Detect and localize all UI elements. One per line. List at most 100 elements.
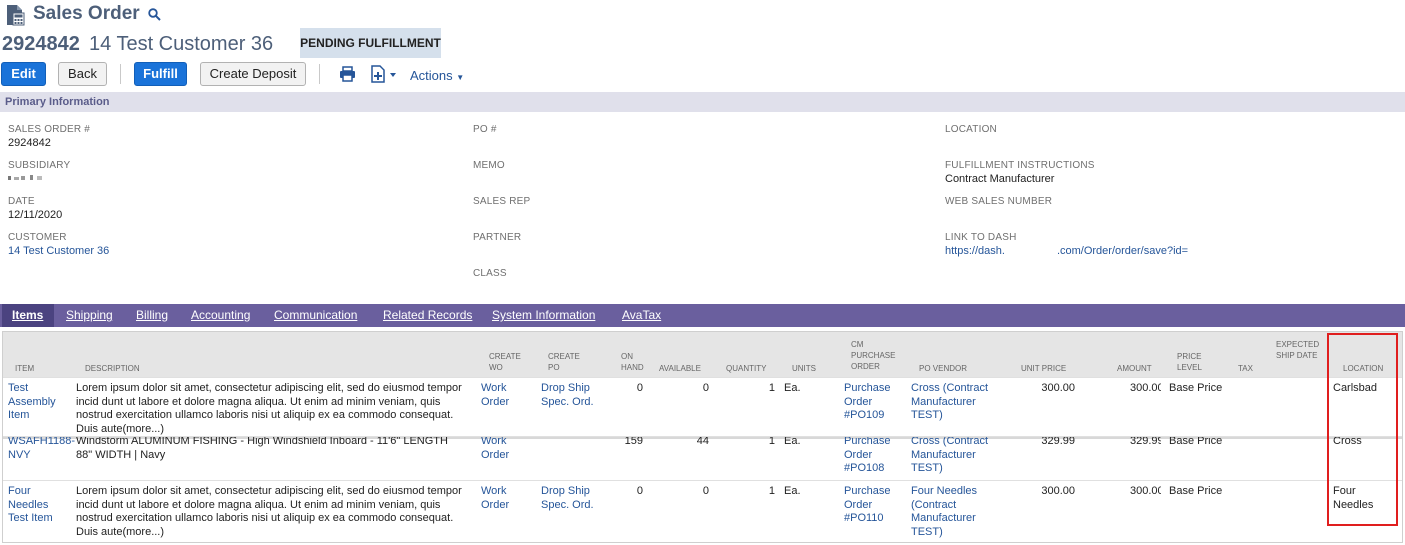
toolbar-divider <box>120 64 121 84</box>
tab-items[interactable]: Items <box>12 308 43 322</box>
fulfill-button[interactable]: Fulfill <box>134 62 187 86</box>
items-table: ITEM DESCRIPTION CREATE WO CREATE PO ON … <box>2 331 1403 543</box>
print-icon[interactable] <box>339 66 356 82</box>
section-title: Primary Information <box>5 96 110 108</box>
column-header-po-vendor[interactable]: PO VENDOR <box>919 363 967 374</box>
subsidiary-value-redacted <box>8 175 44 181</box>
location-column-highlight <box>1327 333 1398 526</box>
tab-billing[interactable]: Billing <box>136 308 168 322</box>
customer-label: CUSTOMER <box>8 232 67 243</box>
item-description: Windstorm ALUMINUM FISHING - High Windsh… <box>76 436 448 461</box>
create-wo-link[interactable]: Work Order <box>481 437 521 462</box>
create-wo-link[interactable]: Work Order <box>481 485 521 512</box>
cm-purchase-order-link[interactable]: Purchase Order #PO109 <box>844 382 902 423</box>
tab-accounting[interactable]: Accounting <box>191 308 250 322</box>
available-value: 44 <box>696 436 709 447</box>
actions-label: Actions <box>410 68 453 83</box>
amount-value: 300.00 <box>1130 382 1161 394</box>
chevron-down-icon: ▼ <box>456 73 465 82</box>
page-title: Sales Order <box>33 3 140 24</box>
column-header-create-wo[interactable]: CREATE WO <box>489 351 529 373</box>
column-header-description[interactable]: DESCRIPTION <box>85 363 140 374</box>
sales-order-number-value: 2924842 <box>8 137 51 149</box>
sales-order-number-label: SALES ORDER # <box>8 124 91 135</box>
edit-button[interactable]: Edit <box>1 62 46 86</box>
customer-link[interactable]: 14 Test Customer 36 <box>8 245 109 257</box>
date-label: DATE <box>8 196 35 207</box>
amount-value: 329.99 <box>1130 436 1161 447</box>
table-row[interactable]: Four Needles Test Item Lorem ipsum dolor… <box>3 480 1402 542</box>
item-description: Lorem ipsum dolor sit amet, consectetur … <box>76 382 462 435</box>
price-level-value: Base Price <box>1169 485 1223 497</box>
search-icon[interactable] <box>148 8 161 21</box>
column-header-cm-purchase-order[interactable]: CM PURCHASE ORDER <box>851 339 903 372</box>
create-wo-link[interactable]: Work Order <box>481 382 521 409</box>
tab-shipping[interactable]: Shipping <box>66 308 113 322</box>
link-to-dash-label: LINK TO DASH <box>945 232 1017 243</box>
quantity-value: 1 <box>768 436 775 447</box>
column-header-unit-price[interactable]: UNIT PRICE <box>1021 363 1066 374</box>
on-hand-value: 0 <box>636 382 643 394</box>
unit-price-value: 329.99 <box>1041 436 1075 447</box>
column-header-expected-ship-date[interactable]: EXPECTED SHIP DATE <box>1276 339 1322 361</box>
table-row[interactable]: Test Assembly Item Lorem ipsum dolor sit… <box>3 377 1402 436</box>
sales-rep-label: SALES REP <box>473 196 531 207</box>
column-header-create-po[interactable]: CREATE PO <box>548 351 588 373</box>
fulfillment-instructions-value: Contract Manufacturer <box>945 173 1055 185</box>
price-level-value: Base Price <box>1169 436 1223 447</box>
create-po-link[interactable]: Drop Ship Spec. Ord. <box>541 382 601 409</box>
link-to-dash-value[interactable]: https://dash. .com/Order/order/save?id= <box>945 245 1188 257</box>
date-value: 12/11/2020 <box>8 209 63 221</box>
status-badge: PENDING FULFILLMENT <box>300 28 441 58</box>
po-vendor-link[interactable]: Cross (Contract Manufacturer TEST) <box>911 437 997 476</box>
units-value: Ea. <box>784 382 801 394</box>
po-vendor-link[interactable]: Cross (Contract Manufacturer TEST) <box>911 382 997 423</box>
cm-purchase-order-link[interactable]: Purchase Order #PO108 <box>844 437 902 476</box>
create-po-link[interactable]: Drop Ship Spec. Ord. <box>541 485 601 512</box>
tab-related-records[interactable]: Related Records <box>383 308 472 322</box>
actions-menu[interactable]: Actions ▼ <box>410 68 464 83</box>
column-header-available[interactable]: AVAILABLE <box>659 363 701 374</box>
po-number-label: PO # <box>473 124 497 135</box>
primary-information-header[interactable]: Primary Information <box>0 92 1405 112</box>
quantity-value: 1 <box>768 382 775 394</box>
location-label: LOCATION <box>945 124 997 135</box>
on-hand-value: 159 <box>624 436 643 447</box>
units-value: Ea. <box>784 436 801 447</box>
subsidiary-label: SUBSIDIARY <box>8 160 71 171</box>
back-button[interactable]: Back <box>58 62 107 86</box>
price-level-value: Base Price <box>1169 382 1223 394</box>
amount-value: 300.00 <box>1130 485 1161 497</box>
po-vendor-link[interactable]: Four Needles (Contract Manufacturer TEST… <box>911 485 997 539</box>
page-header: Sales Order <box>0 0 1405 30</box>
toolbar-divider <box>319 64 320 84</box>
column-header-units[interactable]: UNITS <box>792 363 816 374</box>
fulfillment-instructions-label: FULFILLMENT INSTRUCTIONS <box>945 160 1095 171</box>
column-header-on-hand[interactable]: ON HAND <box>621 351 644 373</box>
units-value: Ea. <box>784 485 801 497</box>
available-value: 0 <box>702 485 709 497</box>
sales-order-icon <box>7 5 25 26</box>
on-hand-value: 0 <box>636 485 643 497</box>
web-sales-number-label: WEB SALES NUMBER <box>945 196 1053 207</box>
table-row[interactable]: WSAFH1188-NVY Windstorm ALUMINUM FISHING… <box>3 436 1402 480</box>
column-header-quantity[interactable]: QUANTITY <box>726 363 766 374</box>
class-label: CLASS <box>473 268 507 279</box>
available-value: 0 <box>702 382 709 394</box>
column-header-amount[interactable]: AMOUNT <box>1117 363 1152 374</box>
item-link[interactable]: WSAFH1188-NVY <box>8 437 75 462</box>
partner-label: PARTNER <box>473 232 522 243</box>
tab-system-information[interactable]: System Information <box>492 308 595 322</box>
column-header-item[interactable]: ITEM <box>15 363 34 374</box>
new-document-icon[interactable] <box>370 65 398 83</box>
column-header-price-level[interactable]: PRICE LEVEL <box>1177 351 1211 373</box>
cm-purchase-order-link[interactable]: Purchase Order #PO110 <box>844 485 902 526</box>
item-description: Lorem ipsum dolor sit amet, consectetur … <box>76 485 462 538</box>
tab-avatax[interactable]: AvaTax <box>622 308 661 322</box>
create-deposit-button[interactable]: Create Deposit <box>200 62 306 86</box>
item-link[interactable]: Test Assembly Item <box>8 382 66 423</box>
item-link[interactable]: Four Needles Test Item <box>8 485 66 526</box>
column-header-tax[interactable]: TAX <box>1238 363 1253 374</box>
tab-communication[interactable]: Communication <box>274 308 357 322</box>
order-number: 2924842 <box>2 33 80 55</box>
